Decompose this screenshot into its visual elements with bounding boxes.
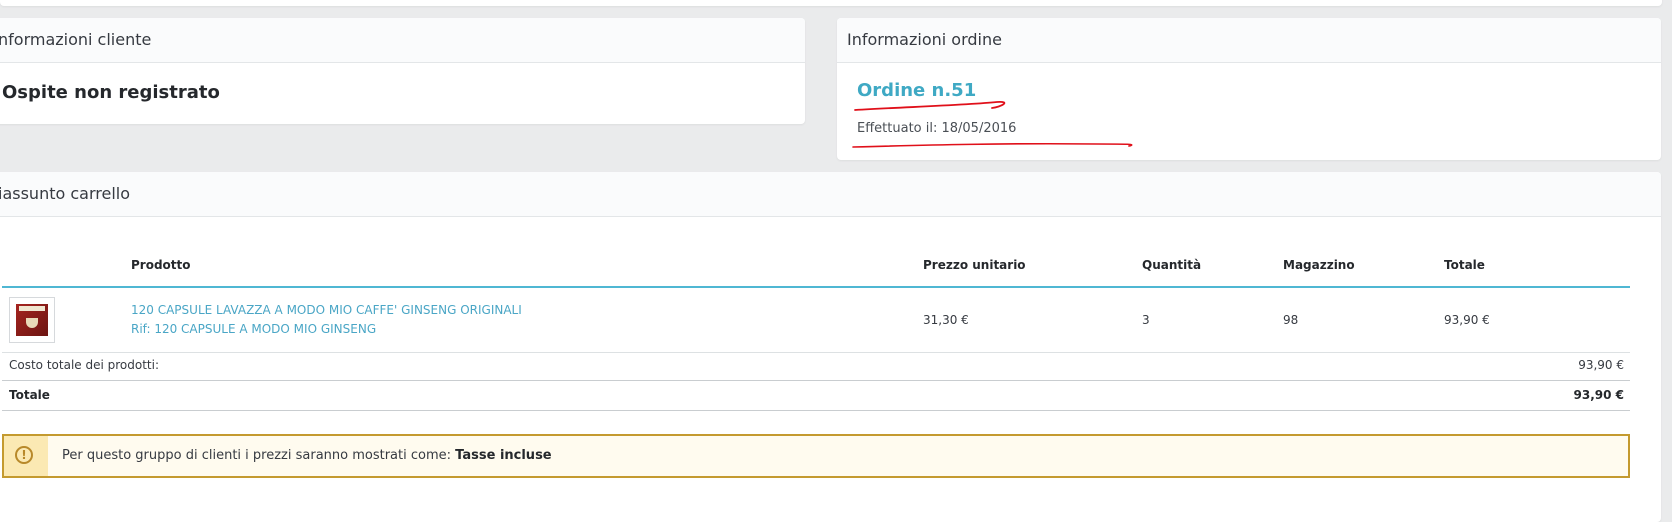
- unit-price-cell: 31,30 €: [922, 287, 1141, 353]
- grand-total-label: Totale: [9, 388, 50, 402]
- order-date: Effettuato il: 18/05/2016: [857, 121, 1017, 136]
- product-ref-link[interactable]: Rif: 120 CAPSULE A MODO MIO GINSENG: [131, 320, 921, 339]
- stock-column-header: Magazzino: [1282, 244, 1443, 288]
- warning-circle-icon: !: [15, 446, 33, 464]
- stock-cell: 98: [1282, 287, 1443, 353]
- total-cell: 93,90 €: [1443, 287, 1630, 353]
- alert-emphasis: Tasse incluse: [455, 448, 552, 463]
- order-info-title: Informazioni ordine: [837, 18, 1661, 63]
- order-number: Ordine n.51: [857, 80, 977, 101]
- customer-info-title: nformazioni cliente: [0, 18, 805, 63]
- cart-table-header: Prodotto Prezzo unitario Quantità Magazz…: [2, 244, 1630, 288]
- unit-price-column-header: Prezzo unitario: [922, 244, 1141, 288]
- tax-display-alert: ! Per questo gruppo di clienti i prezzi …: [2, 434, 1630, 478]
- cart-summary-title: iassunto carrello: [0, 172, 1661, 217]
- top-panel-edge: [0, 0, 1662, 6]
- customer-info-panel: nformazioni cliente Ospite non registrat…: [0, 18, 805, 124]
- cart-summary-panel: iassunto carrello Prodotto Prezzo unitar…: [0, 172, 1661, 522]
- grand-total-row: Totale 93,90 €: [2, 381, 1630, 411]
- product-column-header: Prodotto: [130, 244, 922, 288]
- grand-total-value: 93,90 €: [1573, 388, 1624, 402]
- products-total-row: Costo totale dei prodotti: 93,90 €: [2, 351, 1630, 381]
- quantity-column-header: Quantità: [1141, 244, 1282, 288]
- guest-label: Ospite non registrato: [2, 82, 220, 103]
- quantity-cell: 3: [1141, 287, 1282, 353]
- products-total-label: Costo totale dei prodotti:: [9, 358, 159, 372]
- total-column-header: Totale: [1443, 244, 1630, 288]
- cart-table: Prodotto Prezzo unitario Quantità Magazz…: [2, 244, 1630, 353]
- table-row: 120 CAPSULE LAVAZZA A MODO MIO CAFFE' GI…: [2, 287, 1630, 353]
- alert-message: Per questo gruppo di clienti i prezzi sa…: [62, 448, 552, 463]
- alert-text: Per questo gruppo di clienti i prezzi sa…: [62, 448, 456, 463]
- product-thumbnail[interactable]: [9, 297, 55, 343]
- product-name-link[interactable]: 120 CAPSULE LAVAZZA A MODO MIO CAFFE' GI…: [131, 301, 921, 320]
- order-info-panel: Informazioni ordine Ordine n.51 Effettua…: [837, 18, 1661, 160]
- products-total-value: 93,90 €: [1578, 358, 1624, 372]
- image-column-header: [2, 244, 130, 288]
